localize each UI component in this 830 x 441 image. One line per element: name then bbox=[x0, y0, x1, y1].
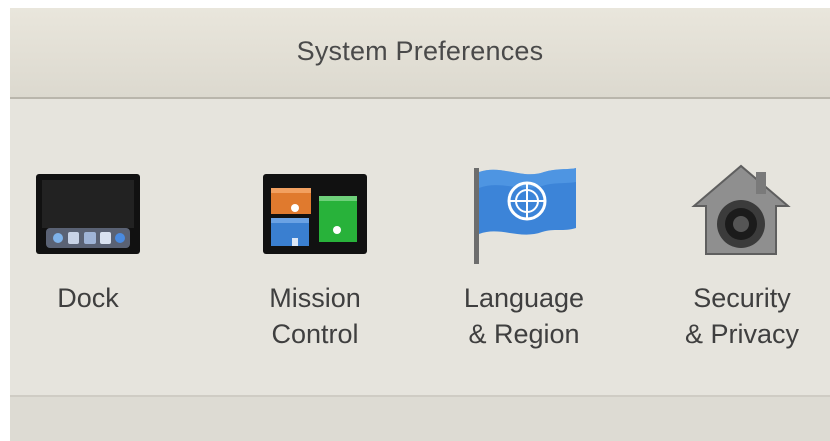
pref-item-security-privacy[interactable]: Security & Privacy bbox=[662, 154, 822, 354]
bottom-pane bbox=[10, 397, 830, 441]
system-preferences-window: System Preferences Dock Mission Control … bbox=[10, 8, 830, 441]
dock-icon bbox=[10, 154, 168, 264]
pref-label-mission-control: Mission Control bbox=[269, 283, 361, 349]
pref-label-language-region: Language & Region bbox=[463, 283, 585, 349]
pref-label-dock: Dock bbox=[57, 283, 119, 313]
pref-item-dock[interactable]: Dock bbox=[10, 154, 168, 354]
title-bar: System Preferences bbox=[10, 8, 830, 99]
preferences-pane: Dock Mission Control Language & Region S… bbox=[10, 99, 830, 397]
window-title: System Preferences bbox=[296, 36, 544, 66]
pref-label-security-privacy: Security & Privacy bbox=[684, 283, 800, 349]
security-house-icon bbox=[662, 154, 822, 264]
pref-item-language-region[interactable]: Language & Region bbox=[444, 154, 604, 354]
un-flag-icon bbox=[444, 154, 604, 264]
mission-control-icon bbox=[235, 154, 395, 264]
pref-item-mission-control[interactable]: Mission Control bbox=[235, 154, 395, 354]
